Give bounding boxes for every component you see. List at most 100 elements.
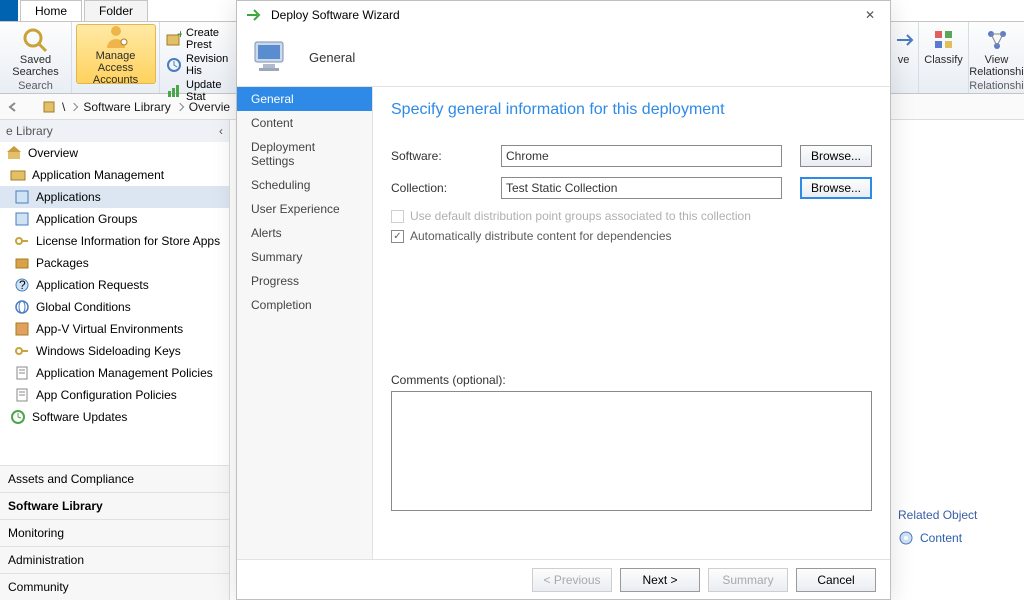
chart-icon [166, 83, 182, 99]
classify-button[interactable]: Classify [918, 24, 969, 68]
svg-text:+: + [177, 31, 182, 41]
policy-icon [14, 365, 30, 381]
wizard-step-general[interactable]: General [237, 87, 372, 111]
tree-item-label: Windows Sideloading Keys [36, 344, 181, 358]
collection-label: Collection: [391, 181, 501, 195]
tree-item-label: Overview [28, 146, 78, 160]
tree-item-app-configuration-policies[interactable]: App Configuration Policies [0, 384, 229, 406]
tree-item-windows-sideloading-keys[interactable]: Windows Sideloading Keys [0, 340, 229, 362]
wizard-body: GeneralContentDeployment SettingsSchedul… [237, 87, 890, 559]
content-link-label: Content [920, 531, 962, 545]
close-button[interactable]: ✕ [858, 3, 882, 27]
tab-home[interactable]: Home [20, 0, 82, 21]
disc-icon [898, 530, 914, 546]
computer-icon [249, 36, 293, 80]
create-prestaged-button[interactable]: + Create Prest [164, 26, 233, 52]
wizard-titlebar: Deploy Software Wizard ✕ [237, 1, 890, 29]
tree-item-license-information-for-store-apps[interactable]: License Information for Store Apps [0, 230, 229, 252]
tree-item-app-v-virtual-environments[interactable]: App-V Virtual Environments [0, 318, 229, 340]
tree-item-label: Application Requests [36, 278, 149, 292]
wizard-step-deployment-settings[interactable]: Deployment Settings [237, 135, 372, 173]
wizard-step-progress[interactable]: Progress [237, 269, 372, 293]
comments-textarea[interactable] [391, 391, 872, 511]
view-relationships-button[interactable]: View Relationshi [963, 24, 1024, 80]
revision-history-label: Revision His [186, 53, 231, 77]
app-menu-tab[interactable] [0, 0, 18, 21]
nav-section-software-library[interactable]: Software Library [0, 492, 229, 519]
policy-icon [14, 387, 30, 403]
saved-searches-button[interactable]: Saved Searches [6, 24, 64, 80]
auto-distribute-label: Automatically distribute content for dep… [410, 229, 672, 243]
summary-button: Summary [708, 568, 788, 592]
move-label: ve [898, 54, 910, 66]
key-icon [14, 233, 30, 249]
chevron-left-icon[interactable]: ‹ [219, 124, 223, 138]
nav-section-administration[interactable]: Administration [0, 546, 229, 573]
tree-item-application-groups[interactable]: Application Groups [0, 208, 229, 230]
wizard-title: Deploy Software Wizard [271, 8, 400, 22]
tree-item-label: Packages [36, 256, 89, 270]
tree-item-label: Applications [36, 190, 101, 204]
package-plus-icon: + [166, 31, 182, 47]
content-link[interactable]: Content [898, 530, 1016, 546]
nav-tree: Overview Application Management Applicatio… [0, 142, 229, 428]
next-button[interactable]: Next > [620, 568, 700, 592]
ribbon-group-search-label: Search [18, 80, 53, 92]
checkbox-unchecked-icon [391, 210, 404, 223]
breadcrumb-seg-1[interactable]: Software Library [83, 100, 170, 114]
tree-item-application-management-policies[interactable]: Application Management Policies [0, 362, 229, 384]
tree-item-software-updates[interactable]: Software Updates [0, 406, 229, 428]
library-icon [42, 100, 56, 114]
pkg-icon [14, 255, 30, 271]
folder-icon [10, 167, 26, 183]
wizard-step-summary[interactable]: Summary [237, 245, 372, 269]
auto-distribute-checkbox-row[interactable]: ✓ Automatically distribute content for d… [391, 229, 872, 243]
tree-item-label: Application Management Policies [36, 366, 213, 380]
tree-item-overview[interactable]: Overview [0, 142, 229, 164]
move-icon [890, 26, 918, 54]
tree-item-label: App Configuration Policies [36, 388, 177, 402]
related-objects-header: Related Object [898, 508, 1016, 522]
tree-item-label: Global Conditions [36, 300, 131, 314]
create-prestaged-label: Create Prest [186, 27, 231, 51]
nav-sections: Assets and ComplianceSoftware LibraryMon… [0, 465, 229, 600]
back-icon[interactable] [6, 100, 20, 114]
wizard-step-scheduling[interactable]: Scheduling [237, 173, 372, 197]
breadcrumb-seg-2[interactable]: Overvie [189, 100, 230, 114]
revision-history-button[interactable]: Revision His [164, 52, 233, 78]
ribbon-group-rel-label: Relationshi [969, 80, 1023, 92]
tree-item-label: App-V Virtual Environments [36, 322, 183, 336]
tree-item-application-management[interactable]: Application Management [0, 164, 229, 186]
collection-input[interactable] [501, 177, 782, 199]
nav-section-monitoring[interactable]: Monitoring [0, 519, 229, 546]
wizard-step-content[interactable]: Content [237, 111, 372, 135]
tree-item-label: Software Updates [32, 410, 127, 424]
previous-button: < Previous [532, 568, 612, 592]
nav-section-community[interactable]: Community [0, 573, 229, 600]
tree-item-applications[interactable]: Applications [0, 186, 229, 208]
wizard-step-alerts[interactable]: Alerts [237, 221, 372, 245]
tree-item-label: Application Management [32, 168, 164, 182]
software-browse-button[interactable]: Browse... [800, 145, 872, 167]
breadcrumb-seg-0[interactable]: \ [62, 100, 65, 114]
collection-row: Collection: Browse... [391, 177, 872, 199]
tree-item-packages[interactable]: Packages [0, 252, 229, 274]
wizard-step-user-experience[interactable]: User Experience [237, 197, 372, 221]
categories-icon [930, 26, 958, 54]
collection-browse-button[interactable]: Browse... [800, 177, 872, 199]
tree-item-global-conditions[interactable]: Global Conditions [0, 296, 229, 318]
cancel-button[interactable]: Cancel [796, 568, 876, 592]
wizard-step-completion[interactable]: Completion [237, 293, 372, 317]
manage-access-accounts-button[interactable]: Manage Access Accounts [76, 24, 156, 84]
tree-item-application-requests[interactable]: ?Application Requests [0, 274, 229, 296]
details-panel: Related Object Content [889, 120, 1024, 600]
tab-folder[interactable]: Folder [84, 0, 148, 21]
comments-label: Comments (optional): [391, 373, 872, 387]
wizard-heading: Specify general information for this dep… [391, 101, 872, 119]
nav-section-assets-and-compliance[interactable]: Assets and Compliance [0, 465, 229, 492]
software-input[interactable] [501, 145, 782, 167]
nav-header-label: e Library [6, 124, 53, 138]
close-icon: ✕ [865, 8, 875, 22]
wizard-header-label: General [309, 50, 355, 65]
wizard-content: Specify general information for this dep… [373, 87, 890, 559]
